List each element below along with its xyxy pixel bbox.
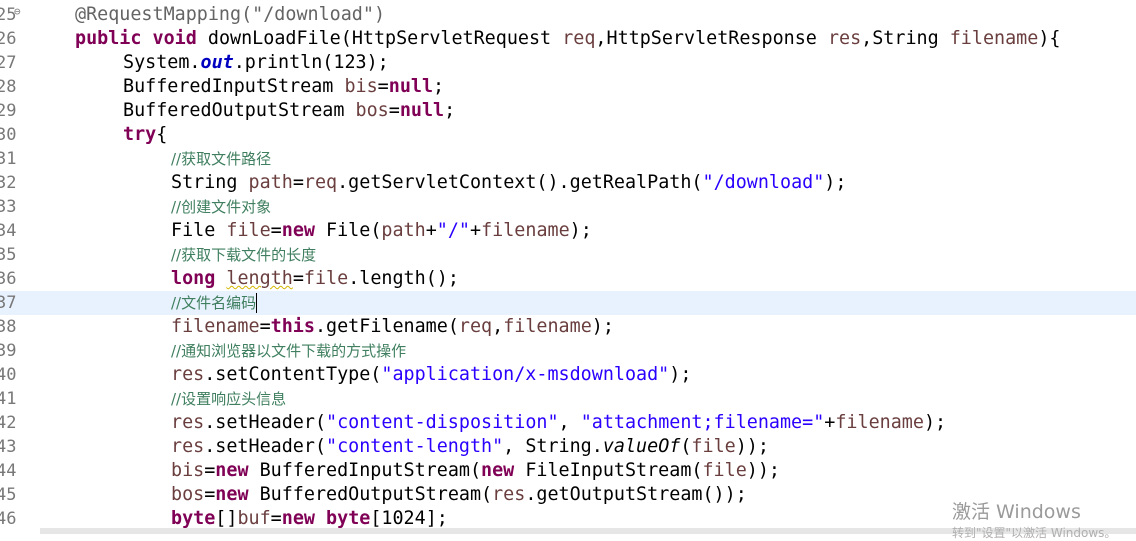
line-number: 42 xyxy=(0,413,17,433)
line-number: 27 xyxy=(0,53,17,73)
code-text[interactable]: bis=new BufferedInputStream(new FileInpu… xyxy=(171,459,780,483)
line-number: 26 xyxy=(0,29,17,49)
line-number: 41 xyxy=(0,389,17,409)
line-number: 31 xyxy=(0,149,17,169)
code-line[interactable]: 34 File file=new File(path+"/"+filename)… xyxy=(0,219,1136,243)
windows-activation-hint: 转到"设置"以激活 Windows。 xyxy=(952,526,1117,540)
current-code-line[interactable]: 37 //文件名编码 xyxy=(0,291,1136,315)
code-comment[interactable]: //设置响应头信息 xyxy=(171,387,286,411)
code-line[interactable]: 28 BufferedInputStream bis=null; xyxy=(0,75,1136,99)
fold-collapse-icon[interactable]: ⊖ xyxy=(14,3,21,21)
line-number: 33 xyxy=(0,197,17,217)
line-number: 37 xyxy=(0,293,17,313)
line-number: 30 xyxy=(0,125,17,145)
code-comment[interactable]: //通知浏览器以文件下载的方式操作 xyxy=(171,339,406,363)
line-number: 35 xyxy=(0,245,17,265)
code-line[interactable]: 25 ⊖ @RequestMapping("/download") xyxy=(0,3,1136,27)
line-number: 44 xyxy=(0,461,17,481)
line-number: 43 xyxy=(0,437,17,457)
code-text[interactable]: bos=new BufferedOutputStream(res.getOutp… xyxy=(171,483,747,507)
line-number: 34 xyxy=(0,221,17,241)
code-line[interactable]: 35 //获取下载文件的长度 xyxy=(0,243,1136,267)
code-line[interactable]: 38 filename=this.getFilename(req,filenam… xyxy=(0,315,1136,339)
code-line[interactable]: 40 res.setContentType("application/x-msd… xyxy=(0,363,1136,387)
code-text[interactable]: long length=file.length(); xyxy=(171,267,459,291)
line-number: 40 xyxy=(0,365,17,385)
code-line[interactable]: 31 //获取文件路径 xyxy=(0,147,1136,171)
windows-activation-watermark: 激活 Windows xyxy=(952,501,1081,523)
line-number: 45 xyxy=(0,485,17,505)
line-number: 39 xyxy=(0,341,17,361)
code-text[interactable]: @RequestMapping("/download") xyxy=(75,3,385,27)
code-line[interactable]: 27 System.out.println(123); xyxy=(0,51,1136,75)
text-cursor xyxy=(256,293,258,313)
code-text[interactable]: filename=this.getFilename(req,filename); xyxy=(171,315,614,339)
code-text[interactable]: public void downLoadFile(HttpServletRequ… xyxy=(75,27,1060,51)
code-line[interactable]: 36 long length=file.length(); xyxy=(0,267,1136,291)
line-number: 36 xyxy=(0,269,17,289)
line-number: 28 xyxy=(0,77,17,97)
line-number: 46 xyxy=(0,509,17,529)
code-text[interactable]: System.out.println(123); xyxy=(123,51,389,75)
code-line[interactable]: 42 res.setHeader("content-disposition", … xyxy=(0,411,1136,435)
code-text[interactable]: res.setContentType("application/x-msdown… xyxy=(171,363,691,387)
code-text[interactable]: String path=req.getServletContext().getR… xyxy=(171,171,846,195)
code-comment-line[interactable]: //文件名编码 xyxy=(171,291,258,315)
code-line[interactable]: 39 //通知浏览器以文件下载的方式操作 xyxy=(0,339,1136,363)
code-text[interactable]: try{ xyxy=(123,123,167,147)
code-text[interactable]: res.setHeader("content-disposition", "at… xyxy=(171,411,946,435)
code-text[interactable]: BufferedOutputStream bos=null; xyxy=(123,99,455,123)
code-line[interactable]: 26 public void downLoadFile(HttpServletR… xyxy=(0,27,1136,51)
code-text[interactable]: BufferedInputStream bis=null; xyxy=(123,75,444,99)
code-line[interactable]: 33 //创建文件对象 xyxy=(0,195,1136,219)
code-line[interactable]: 41 //设置响应头信息 xyxy=(0,387,1136,411)
code-line[interactable]: 30 try{ xyxy=(0,123,1136,147)
code-line[interactable]: 29 BufferedOutputStream bos=null; xyxy=(0,99,1136,123)
code-text[interactable]: File file=new File(path+"/"+filename); xyxy=(171,219,592,243)
code-comment[interactable]: //获取文件路径 xyxy=(171,147,271,171)
line-number: 38 xyxy=(0,317,17,337)
code-comment[interactable]: //获取下载文件的长度 xyxy=(171,243,316,267)
code-text[interactable]: res.setHeader("content-length", String.v… xyxy=(171,435,769,459)
line-number: 32 xyxy=(0,173,17,193)
code-comment[interactable]: //创建文件对象 xyxy=(171,195,271,219)
code-line[interactable]: 43 res.setHeader("content-length", Strin… xyxy=(0,435,1136,459)
code-line[interactable]: 32 String path=req.getServletContext().g… xyxy=(0,171,1136,195)
code-editor[interactable]: 25 ⊖ @RequestMapping("/download") 26 pub… xyxy=(0,0,1136,534)
code-line[interactable]: 44 bis=new BufferedInputStream(new FileI… xyxy=(0,459,1136,483)
line-number: 29 xyxy=(0,101,17,121)
